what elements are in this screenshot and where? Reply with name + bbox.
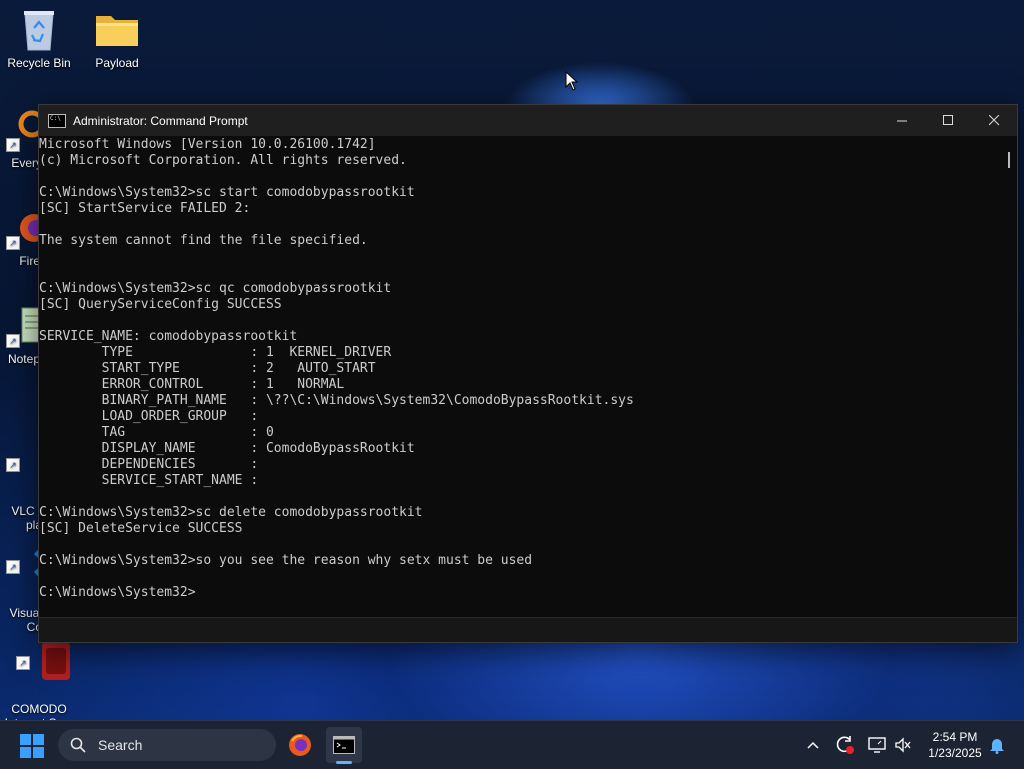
folder-icon	[93, 8, 141, 52]
scrollbar-thumb[interactable]	[1008, 152, 1010, 168]
mouse-cursor-icon	[565, 70, 579, 96]
sync-status-tray-icon[interactable]	[834, 721, 856, 769]
window-titlebar[interactable]: Administrator: Command Prompt	[39, 105, 1017, 136]
command-prompt-icon	[333, 736, 355, 754]
console-line: SERVICE_NAME: comodobypassrootkit	[39, 329, 298, 344]
console-line: TYPE : 1 KERNEL_DRIVER	[39, 345, 392, 360]
recycle-bin-shortcut[interactable]: Recycle Bin	[1, 8, 77, 70]
console-output[interactable]: Microsoft Windows [Version 10.0.26100.17…	[39, 137, 1001, 609]
console-line: Microsoft Windows [Version 10.0.26100.17…	[39, 137, 376, 152]
console-line: BINARY_PATH_NAME : \??\C:\Windows\System…	[39, 393, 634, 408]
clock-time: 2:54 PM	[932, 730, 978, 744]
notepad-icon: ↗	[6, 304, 43, 348]
command-prompt-window[interactable]: Administrator: Command Prompt Microsoft …	[38, 104, 1018, 643]
console-line: C:\Windows\System32>sc delete comodobypa…	[39, 505, 423, 520]
desktop-icon-label: Fire	[19, 254, 40, 268]
console-line: C:\Windows\System32>so you see the reaso…	[39, 553, 533, 568]
shortcut-arrow-icon: ↗	[6, 458, 20, 472]
notepad-shortcut[interactable]: ↗ Notep	[0, 304, 43, 366]
console-line: C:\Windows\System32>sc qc comodobypassro…	[39, 281, 392, 296]
desktop-icon-label: Payload	[95, 56, 139, 70]
console-line: TAG : 0	[39, 425, 274, 440]
windows-logo-icon	[20, 734, 31, 745]
firefox-icon: ↗	[6, 206, 48, 250]
desktop-icon-label: Every	[11, 156, 42, 170]
volume-tray-icon[interactable]	[892, 721, 914, 769]
console-line: [SC] StartService FAILED 2:	[39, 201, 251, 216]
console-line: C:\Windows\System32>sc start comodobypas…	[39, 185, 415, 200]
console-line: The system cannot find the file specifie…	[39, 233, 368, 248]
firefox-shortcut[interactable]: ↗ Fire	[0, 206, 48, 268]
console-line: LOAD_ORDER_GROUP :	[39, 409, 259, 424]
desktop-icon-label: Notep	[7, 352, 40, 366]
clock-date: 1/23/2025	[928, 746, 982, 760]
minimize-icon	[896, 120, 907, 122]
sync-icon	[836, 736, 854, 754]
console-line: SERVICE_START_NAME :	[39, 473, 259, 488]
console-line: DEPENDENCIES :	[39, 457, 259, 472]
shortcut-arrow-icon: ↗	[6, 560, 20, 574]
search-label: Search	[98, 737, 143, 753]
recycle-bin-icon	[15, 8, 63, 52]
window-title: Administrator: Command Prompt	[73, 113, 248, 128]
console-line: [SC] QueryServiceConfig SUCCESS	[39, 297, 282, 312]
taskbar-clock[interactable]: 2:54 PM 1/23/2025	[920, 729, 990, 761]
taskbar-command-prompt-button[interactable]	[326, 727, 362, 764]
console-line: DISPLAY_NAME : ComodoBypassRootkit	[39, 441, 415, 456]
shortcut-arrow-icon: ↗	[6, 236, 20, 250]
volume-muted-icon	[895, 737, 911, 753]
taskbar: Search 2:54 PM 1/23/2025	[0, 720, 1024, 769]
maximize-button[interactable]	[925, 105, 971, 136]
search-icon	[70, 736, 88, 754]
taskbar-search-box[interactable]: Search	[58, 729, 276, 761]
active-app-indicator	[336, 761, 352, 764]
console-bottom-strip	[39, 617, 1017, 642]
notifications-button[interactable]	[986, 721, 1008, 769]
shortcut-arrow-icon: ↗	[16, 656, 30, 670]
console-line: ERROR_CONTROL : 1 NORMAL	[39, 377, 345, 392]
console-line: [SC] DeleteService SUCCESS	[39, 521, 243, 536]
cmd-app-icon	[48, 113, 66, 128]
minimize-button[interactable]	[879, 105, 925, 136]
close-icon	[988, 115, 999, 126]
network-monitor-icon	[868, 737, 886, 753]
bell-icon	[990, 739, 1004, 754]
everything-shortcut[interactable]: ↗ Every	[0, 108, 46, 170]
maximize-icon	[942, 115, 953, 125]
payload-folder-shortcut[interactable]: Payload	[79, 8, 155, 70]
shortcut-arrow-icon: ↗	[6, 138, 20, 152]
chevron-up-icon	[807, 741, 819, 749]
desktop-icon-label: Recycle Bin	[7, 56, 71, 70]
taskbar-firefox-button[interactable]	[282, 727, 318, 763]
desktop: Recycle Bin Payload ↗ Every ↗ Fire ↗ Not…	[0, 0, 1024, 720]
console-line: C:\Windows\System32>	[39, 585, 196, 600]
vlc-cone-icon: ↗	[6, 428, 67, 482]
close-button[interactable]	[971, 105, 1017, 136]
console-line: START_TYPE : 2 AUTO_START	[39, 361, 376, 376]
firefox-icon	[289, 734, 311, 756]
console-line: (c) Microsoft Corporation. All rights re…	[39, 153, 407, 168]
shortcut-arrow-icon: ↗	[6, 334, 20, 348]
start-button[interactable]	[20, 734, 44, 758]
everything-icon: ↗	[6, 108, 46, 152]
vertical-scrollbar[interactable]	[1001, 137, 1017, 617]
show-hidden-icons-button[interactable]	[802, 721, 824, 769]
vscode-icon: ↗	[6, 530, 64, 577]
network-tray-icon[interactable]	[866, 721, 888, 769]
